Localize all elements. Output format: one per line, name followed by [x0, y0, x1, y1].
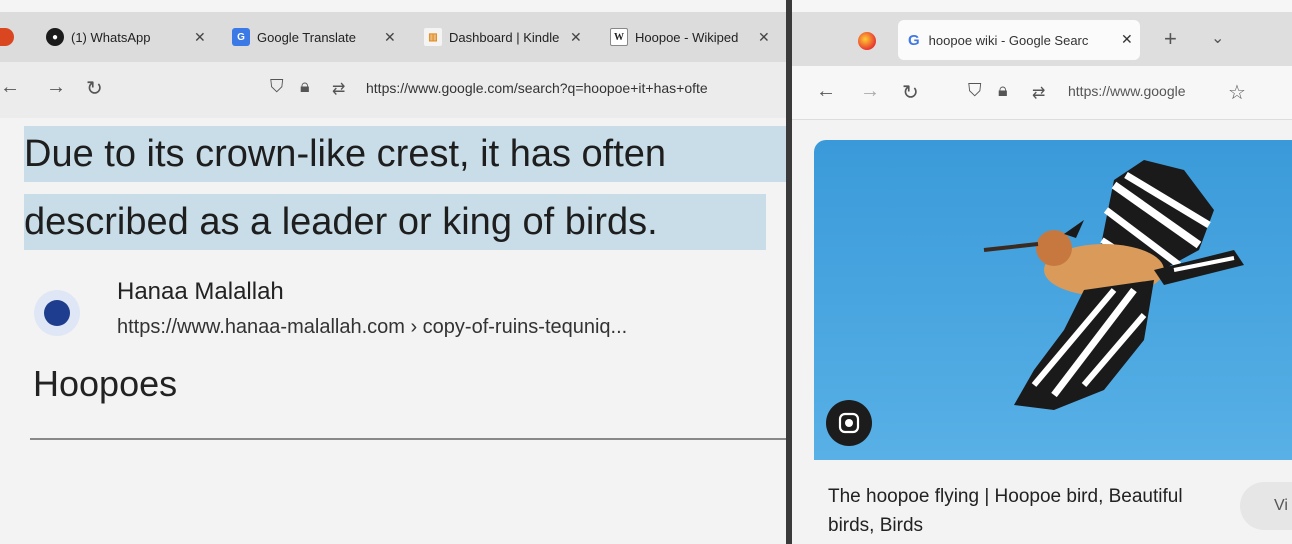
wikipedia-icon: W [610, 28, 628, 46]
result-site-name[interactable]: Hanaa Malallah [117, 278, 284, 306]
google-icon: G [908, 31, 920, 49]
globe-icon [34, 290, 80, 336]
shield-icon[interactable]: ⛉ [968, 80, 982, 101]
address-bar[interactable]: https://www.google [1068, 83, 1186, 99]
hoopoe-bird-illustration [983, 160, 1244, 410]
highlighted-snippet-line: Due to its crown-like crest, it has ofte… [24, 126, 786, 182]
right-tab-strip: G hoopoe wiki - Google Searc ✕ + ⌄ [792, 12, 1292, 66]
left-tab-strip: ● (1) WhatsApp ✕ G Google Translate ✕ ▥ … [0, 12, 786, 62]
image-caption[interactable]: The hoopoe flying | Hoopoe bird, Beautif… [828, 482, 1208, 540]
firefox-icon [0, 28, 14, 46]
hoopoe-image[interactable] [814, 140, 1292, 460]
divider [30, 438, 786, 440]
dashboard-icon: ▥ [424, 28, 442, 46]
shield-icon[interactable]: ⛉ [270, 76, 284, 97]
tab-whatsapp[interactable]: ● (1) WhatsApp ✕ [46, 22, 206, 52]
back-icon[interactable]: ← [0, 76, 20, 99]
left-browser-window: ● (1) WhatsApp ✕ G Google Translate ✕ ▥ … [0, 0, 786, 544]
permissions-icon[interactable]: ⇄ [332, 79, 345, 99]
close-icon[interactable]: ✕ [758, 29, 770, 46]
tab-label: (1) WhatsApp [71, 29, 151, 45]
lens-search-icon[interactable] [826, 400, 872, 446]
close-icon[interactable]: ✕ [1121, 31, 1133, 48]
tab-kindle-dashboard[interactable]: ▥ Dashboard | Kindle ✕ [424, 22, 582, 52]
result-site-url[interactable]: https://www.hanaa-malallah.com › copy-of… [117, 316, 627, 339]
star-icon[interactable]: ☆ [1228, 80, 1246, 105]
whatsapp-icon: ● [46, 28, 64, 46]
translate-icon: G [232, 28, 250, 46]
new-tab-icon[interactable]: + [1164, 26, 1177, 52]
tab-label: Google Translate [257, 29, 357, 45]
highlighted-snippet-line: described as a leader or king of birds. [24, 194, 766, 250]
left-nav-bar: ← → ↻ ⛉ 🔒︎ ⇄ https://www.google.com/sear… [0, 62, 786, 118]
permissions-icon[interactable]: ⇄ [1032, 83, 1045, 103]
back-icon[interactable]: ← [816, 80, 836, 103]
visit-button[interactable]: Vi [1240, 482, 1292, 530]
address-bar[interactable]: https://www.google.com/search?q=hoopoe+i… [366, 80, 708, 96]
tab-hoopoe-wikipedia[interactable]: W Hoopoe - Wikiped ✕ [610, 22, 770, 52]
image-result-panel: The hoopoe flying | Hoopoe bird, Beautif… [792, 120, 1292, 544]
close-icon[interactable]: ✕ [384, 29, 396, 46]
tab-google-translate[interactable]: G Google Translate ✕ [232, 22, 396, 52]
tab-label: Dashboard | Kindle [449, 29, 560, 45]
search-results: Due to its crown-like crest, it has ofte… [0, 118, 786, 544]
forward-icon[interactable]: → [46, 76, 66, 99]
result-title-link[interactable]: Hoopoes [33, 363, 177, 405]
close-icon[interactable]: ✕ [570, 29, 582, 46]
tab-label: hoopoe wiki - Google Searc [928, 32, 1089, 48]
right-browser-window: G hoopoe wiki - Google Searc ✕ + ⌄ ← → ↻… [792, 0, 1292, 544]
right-nav-bar: ← → ↻ ⛉ 🔒︎ ⇄ https://www.google ☆ [792, 66, 1292, 120]
close-icon[interactable]: ✕ [194, 29, 206, 46]
reload-icon[interactable]: ↻ [86, 76, 103, 101]
lock-icon[interactable]: 🔒︎ [300, 76, 310, 97]
tab-label: Hoopoe - Wikiped [635, 29, 739, 45]
lock-icon[interactable]: 🔒︎ [998, 80, 1008, 101]
tab-google-search[interactable]: G hoopoe wiki - Google Searc ✕ [898, 20, 1140, 60]
firefox-icon [858, 32, 876, 50]
forward-icon[interactable]: → [860, 80, 880, 103]
reload-icon[interactable]: ↻ [902, 80, 919, 105]
chevron-down-icon[interactable]: ⌄ [1211, 28, 1224, 48]
